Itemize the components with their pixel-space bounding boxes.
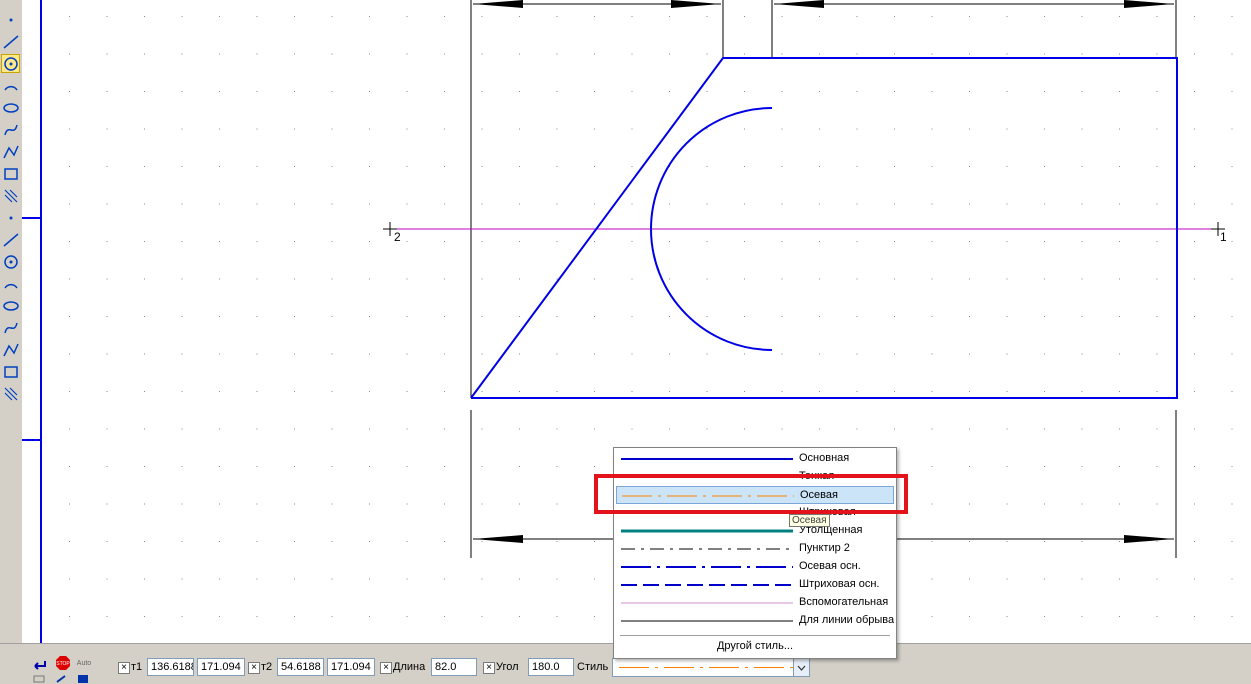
t1-y-field[interactable]: 171.094 [197, 658, 245, 676]
circle-icon[interactable] [1, 76, 20, 95]
style-option[interactable]: Для линии обрыва [616, 612, 894, 630]
highlight-annotation-box [594, 474, 908, 514]
contour-main-line [470, 57, 1178, 399]
auxiliary-line-icon[interactable] [1, 32, 20, 51]
dimension-arrow [473, 0, 523, 8]
line-sample [621, 548, 793, 550]
style-label: Стиль [577, 661, 609, 673]
fill-icon[interactable] [1, 340, 20, 359]
style-option-label: Осевая осн. [799, 560, 861, 572]
rectangle-icon[interactable] [1, 274, 20, 293]
polyline-icon[interactable] [1, 186, 20, 205]
enter-object-button[interactable] [30, 657, 48, 673]
segment-icon[interactable] [1, 54, 20, 73]
stop-button[interactable]: STOP [54, 655, 72, 671]
angle-label: Угол [496, 661, 519, 673]
style-option[interactable]: Утолщенная [616, 522, 894, 540]
chevron-down-icon[interactable] [793, 659, 809, 676]
auto-label: Auto [76, 659, 92, 667]
arc-icon[interactable] [1, 98, 20, 117]
t2-y-field[interactable]: 171.094 [327, 658, 375, 676]
t1-lock-checkbox[interactable]: × [118, 662, 130, 674]
point-label-2: 2 [394, 230, 401, 244]
equidistant-icon[interactable] [1, 362, 20, 381]
ellipse-icon[interactable] [1, 120, 20, 139]
geometry-toolbar [0, 0, 23, 645]
style-option[interactable]: Осевая осн. [616, 558, 894, 576]
dimension-arrow [1124, 0, 1174, 8]
length-lock-checkbox[interactable]: × [380, 662, 392, 674]
dimension-arrow [473, 535, 523, 543]
dimension-arrow [774, 0, 824, 8]
stop-label: STOP [56, 661, 70, 667]
length-label: Длина [393, 661, 426, 673]
style-option[interactable]: Вспомогательная [616, 594, 894, 612]
line-sample [621, 566, 793, 568]
line-sample [621, 584, 793, 586]
style-option-label: Для линии обрыва [799, 614, 895, 626]
style-preview [619, 667, 793, 668]
dimension-arrow [1124, 535, 1174, 543]
spline-icon[interactable] [1, 164, 20, 183]
dropdown-separator [620, 635, 890, 636]
auto-create-button[interactable]: Auto [74, 655, 94, 671]
t1-x-field[interactable]: 136.6188 [147, 658, 194, 676]
chamfer-icon[interactable] [1, 230, 20, 249]
line-sample [621, 602, 793, 604]
angle-lock-checkbox[interactable]: × [483, 662, 495, 674]
hatch-icon[interactable] [1, 318, 20, 337]
style-option-label: Вспомогательная [799, 596, 889, 608]
fillet-icon[interactable] [1, 252, 20, 271]
style-option-label: Основная [799, 452, 850, 464]
tooltip: Осевая [789, 514, 830, 527]
angle-field[interactable]: 180.0 [528, 658, 574, 676]
style-option-label: Пунктир 2 [799, 542, 850, 554]
point-label-1: 1 [1220, 230, 1227, 244]
style-select[interactable] [612, 658, 810, 677]
dimension-arrow [671, 0, 721, 8]
line-sample [621, 458, 793, 460]
t2-lock-checkbox[interactable]: × [248, 662, 260, 674]
line-sample [621, 529, 793, 533]
nurbs-icon[interactable] [1, 208, 20, 227]
other-style-item[interactable]: Другой стиль... [614, 640, 896, 652]
style-option-label: Штриховая осн. [799, 578, 880, 590]
style-option[interactable]: Штриховая осн. [616, 576, 894, 594]
contour-icon[interactable] [1, 384, 20, 403]
style-option[interactable]: Пунктир 2 [616, 540, 894, 558]
t2-label: т2 [261, 661, 273, 673]
point-icon[interactable] [1, 10, 20, 29]
polygon-icon[interactable] [1, 296, 20, 315]
length-field[interactable]: 82.0 [431, 658, 477, 676]
line-sample [621, 620, 793, 622]
t1-label: т1 [131, 661, 143, 673]
t2-x-field[interactable]: 54.6188 [277, 658, 324, 676]
style-option[interactable]: Основная [616, 450, 894, 468]
bezier-icon[interactable] [1, 142, 20, 161]
